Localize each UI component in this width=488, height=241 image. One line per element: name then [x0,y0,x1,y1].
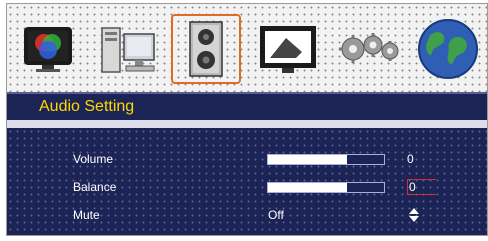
settings-panel: Volume 0 Balance 0 Mute Off [7,128,487,235]
volume-label: Volume [73,152,114,166]
osd-menu: Audio Setting Volume 0 Balance 0 Mute Of… [6,3,488,236]
tab-language[interactable] [413,14,483,84]
page-title: Audio Setting [39,98,135,115]
volume-value: 0 [407,152,414,166]
computer-icon [101,27,155,73]
balance-value[interactable]: 0 [407,179,436,195]
globe-icon [418,19,478,79]
display-icon [260,26,316,73]
volume-slider-fill [268,155,347,164]
gears-icon [339,33,399,63]
header-bar: Audio Setting [7,92,487,120]
balance-row[interactable]: Balance 0 [7,178,487,198]
mute-label: Mute [73,208,100,222]
speaker-icon [189,21,223,77]
balance-slider-fill [268,183,347,192]
volume-row[interactable]: Volume 0 [7,150,487,170]
balance-slider[interactable] [267,182,385,193]
picture-icon [24,27,72,72]
tab-computer[interactable] [93,14,163,84]
up-down-arrow-icon[interactable] [407,207,421,223]
tab-settings[interactable] [333,14,403,84]
tab-audio[interactable] [171,14,241,84]
volume-slider[interactable] [267,154,385,165]
balance-label: Balance [73,180,117,194]
tab-display[interactable] [253,14,323,84]
icon-bar [7,4,487,92]
tab-picture[interactable] [13,14,83,84]
mute-row[interactable]: Mute Off [7,206,487,226]
mute-value[interactable]: Off [268,208,284,222]
divider [7,120,487,128]
